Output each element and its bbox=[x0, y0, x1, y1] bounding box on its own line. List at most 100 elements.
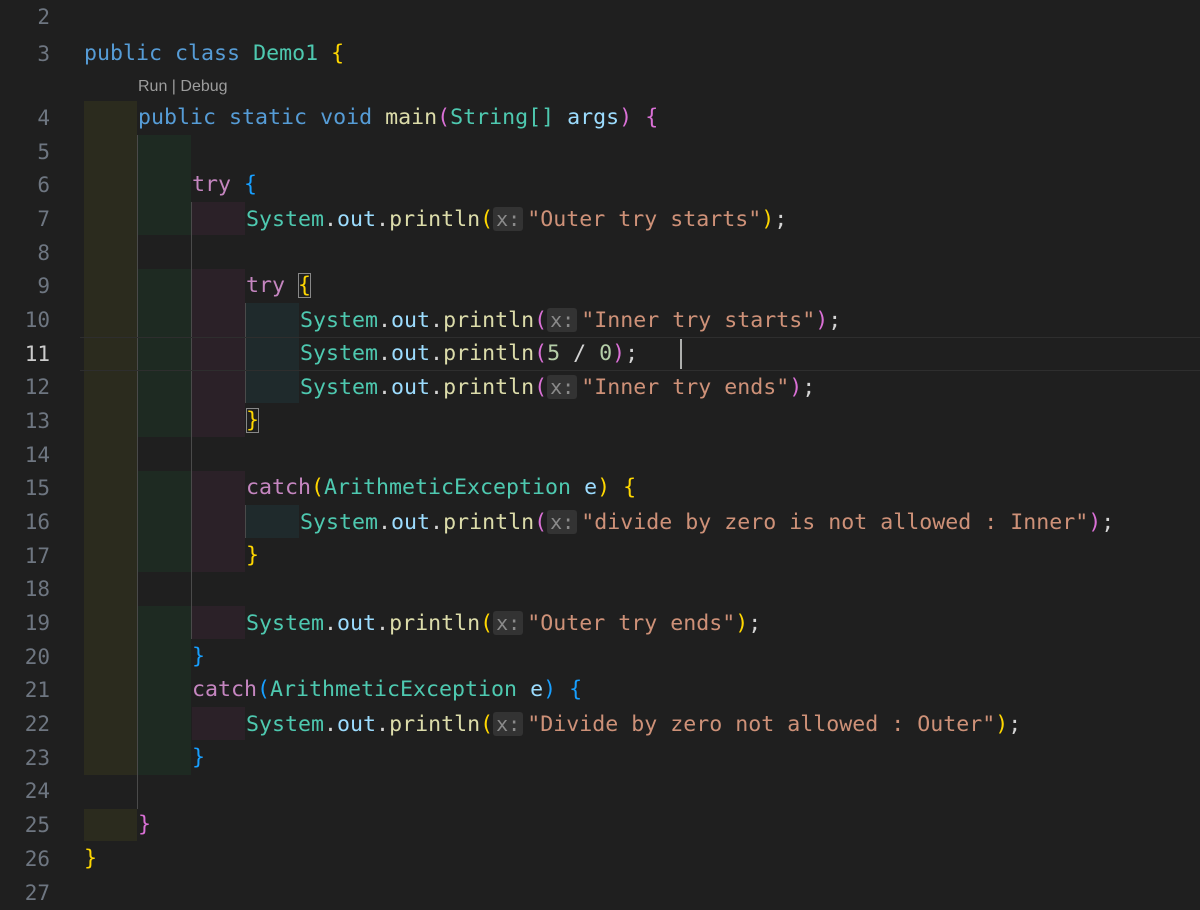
indent-band-level2 bbox=[138, 606, 191, 775]
token-bracket: } bbox=[246, 543, 260, 568]
indent-band-level3 bbox=[192, 471, 245, 572]
token-number: 5 bbox=[547, 341, 561, 366]
line-number-active: 11 bbox=[24, 342, 50, 366]
token-bracket: ) bbox=[995, 712, 1009, 737]
token-bracket: { bbox=[645, 105, 659, 130]
token-field: out bbox=[337, 207, 377, 232]
code-line-11[interactable]: System.out.println(5 / 0); bbox=[300, 337, 638, 371]
token-bracket: ) bbox=[761, 207, 775, 232]
token-bracket: ( bbox=[480, 712, 494, 737]
token-variable: e bbox=[530, 677, 544, 702]
code-line-3[interactable]: public class Demo1 { bbox=[84, 37, 344, 71]
token-bracket: ) bbox=[619, 105, 633, 130]
token-type: String[] bbox=[450, 105, 555, 130]
token-keyword: public bbox=[138, 105, 217, 130]
line-number: 14 bbox=[24, 443, 50, 467]
token-keyword: catch bbox=[192, 677, 258, 702]
token-bracket: ( bbox=[534, 341, 548, 366]
token-punctuation: ; bbox=[748, 611, 762, 636]
line-number: 12 bbox=[24, 375, 50, 399]
inlay-hint: x: bbox=[547, 375, 578, 399]
token-bracket: } bbox=[192, 745, 206, 770]
token-class-name: System bbox=[246, 611, 325, 636]
token-punctuation: ; bbox=[1101, 510, 1115, 535]
code-line-4[interactable]: public static void main(String[] args) { bbox=[138, 101, 658, 135]
token-bracket: ( bbox=[311, 475, 325, 500]
token-keyword: class bbox=[175, 41, 241, 66]
indent-band-level2 bbox=[138, 471, 191, 572]
code-line-17[interactable]: } bbox=[246, 539, 259, 573]
line-number: 3 bbox=[37, 42, 50, 66]
codelens-run-link[interactable]: Run bbox=[138, 78, 167, 95]
token-bracket: ) bbox=[612, 341, 626, 366]
token-operator: / bbox=[560, 341, 600, 366]
indent-band-level3 bbox=[192, 707, 245, 740]
token-type: ArithmeticException bbox=[324, 475, 572, 500]
line-number: 21 bbox=[24, 678, 50, 702]
code-line-6[interactable]: try { bbox=[192, 168, 257, 202]
code-line-19[interactable]: System.out.println(x: "Outer try ends"); bbox=[246, 606, 761, 640]
token-function: println bbox=[443, 510, 535, 535]
codelens-debug-link[interactable]: Debug bbox=[180, 78, 227, 95]
indent-band-level1-close bbox=[84, 809, 137, 841]
token-bracket: { bbox=[623, 475, 637, 500]
line-number: 22 bbox=[24, 712, 50, 736]
token-function: println bbox=[389, 712, 481, 737]
code-line-16[interactable]: System.out.println(x: "divide by zero is … bbox=[300, 505, 1114, 539]
token-punctuation: ; bbox=[802, 375, 816, 400]
line-number: 23 bbox=[24, 746, 50, 770]
indent-band-level3 bbox=[192, 202, 245, 235]
token-bracket: ( bbox=[534, 308, 548, 333]
token-bracket: { bbox=[244, 172, 258, 197]
token-function: println bbox=[443, 308, 535, 333]
code-line-23[interactable]: } bbox=[192, 741, 205, 775]
line-number: 16 bbox=[24, 510, 50, 534]
token-bracket: ( bbox=[257, 677, 271, 702]
inlay-hint: x: bbox=[547, 510, 578, 534]
line-number: 4 bbox=[37, 106, 50, 130]
token-bracket: { bbox=[331, 41, 345, 66]
line-number: 19 bbox=[24, 611, 50, 635]
code-line-9[interactable]: try { bbox=[246, 269, 312, 303]
token-keyword: void bbox=[320, 105, 373, 130]
token-bracket: ) bbox=[735, 611, 749, 636]
code-line-26[interactable]: } bbox=[84, 842, 97, 876]
indent-guide bbox=[137, 135, 138, 809]
token-bracket: ( bbox=[480, 611, 494, 636]
line-number: 7 bbox=[37, 207, 50, 231]
indent-guide bbox=[245, 505, 246, 538]
inlay-hint: x: bbox=[547, 308, 578, 332]
line-number: 13 bbox=[24, 409, 50, 433]
text-cursor bbox=[680, 339, 682, 369]
token-bracket: ( bbox=[534, 375, 548, 400]
token-field: out bbox=[391, 308, 431, 333]
code-line-10[interactable]: System.out.println(x: "Inner try starts")… bbox=[300, 303, 841, 337]
indent-band-level3 bbox=[192, 606, 245, 639]
line-number: 5 bbox=[37, 140, 50, 164]
token-keyword: static bbox=[229, 105, 308, 130]
token-class-name: System bbox=[300, 375, 379, 400]
token-field: out bbox=[391, 341, 431, 366]
code-line-25[interactable]: } bbox=[138, 808, 151, 842]
token-class-name: System bbox=[300, 510, 379, 535]
code-line-12[interactable]: System.out.println(x: "Inner try ends"); bbox=[300, 370, 815, 404]
line-number: 6 bbox=[37, 173, 50, 197]
code-line-7[interactable]: System.out.println(x: "Outer try starts")… bbox=[246, 202, 787, 236]
code-line-22[interactable]: System.out.println(x: "Divide by zero not… bbox=[246, 707, 1021, 741]
token-punctuation: ; bbox=[1008, 712, 1022, 737]
code-editor[interactable]: 2 3 4 5 6 7 8 9 10 11 12 13 14 15 16 17 … bbox=[0, 0, 1200, 905]
token-keyword: public bbox=[84, 41, 163, 66]
code-line-13[interactable]: } bbox=[246, 404, 260, 438]
code-line-20[interactable]: } bbox=[192, 640, 205, 674]
token-bracket: ( bbox=[480, 207, 494, 232]
token-type: ArithmeticException bbox=[270, 677, 518, 702]
code-line-21[interactable]: catch(ArithmeticException e) { bbox=[192, 673, 582, 707]
token-field: out bbox=[337, 712, 377, 737]
code-line-15[interactable]: catch(ArithmeticException e) { bbox=[246, 471, 636, 505]
token-variable: e bbox=[584, 475, 598, 500]
line-number: 18 bbox=[24, 577, 50, 601]
token-bracket: ) bbox=[597, 475, 611, 500]
line-number: 20 bbox=[24, 645, 50, 669]
indent-guide bbox=[191, 202, 192, 639]
indent-band-level2 bbox=[138, 135, 191, 235]
